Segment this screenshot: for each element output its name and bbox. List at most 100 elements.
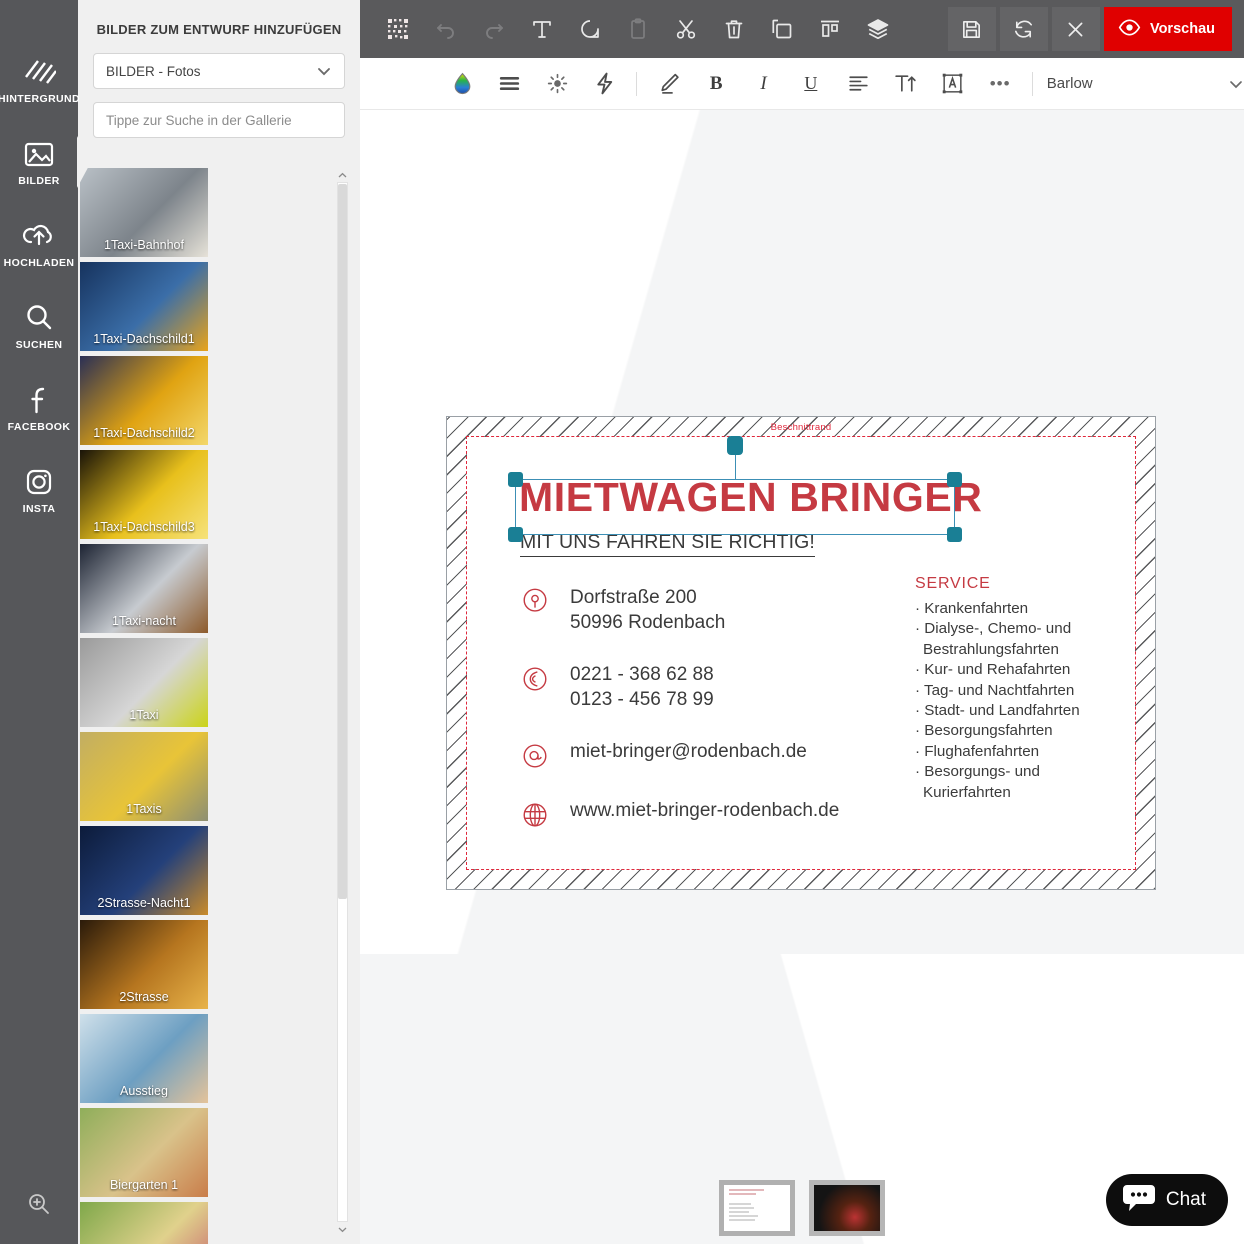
contact-row[interactable]: Dorfstraße 200 50996 Rodenbach (520, 585, 870, 635)
resize-handle-bottom-right[interactable] (947, 527, 962, 542)
sidebar-item-hochladen[interactable]: HOCHLADEN (0, 214, 78, 274)
effects-icon[interactable] (581, 64, 628, 104)
delete-icon[interactable] (710, 7, 758, 51)
text-transform-icon[interactable] (882, 64, 929, 104)
sidebar-item-bilder[interactable]: BILDER (0, 132, 78, 192)
gallery-thumbnail[interactable]: 1Taxis (80, 732, 208, 821)
page-thumbnail-2-preview (814, 1185, 880, 1231)
toolbar-divider (636, 71, 638, 96)
business-card-artboard[interactable]: Beschnittrand MIETWAGEN BRINGER MIT UNS … (446, 416, 1156, 890)
gallery-thumbnail[interactable]: 2Strasse-Nacht1 (80, 826, 208, 915)
gallery-thumbnail[interactable]: 1Taxi-Dachschild2 (80, 356, 208, 445)
scrollbar-thumb[interactable] (338, 184, 347, 899)
font-family-dropdown[interactable]: Barlow (1047, 75, 1244, 92)
gallery-thumbnail-label: 1Taxi-Dachschild2 (93, 426, 195, 440)
design-canvas[interactable]: Beschnittrand MIETWAGEN BRINGER MIT UNS … (360, 110, 1244, 1244)
resize-handle-top-right[interactable] (947, 472, 962, 487)
italic-icon[interactable]: I (740, 64, 787, 104)
scroll-up-icon[interactable] (336, 168, 349, 182)
save-icon[interactable] (947, 7, 996, 51)
service-item: · Kur- und Rehafahrten (915, 660, 1115, 680)
gallery-thumbnail-label: Ausstieg (120, 1084, 168, 1098)
gallery-thumbnail-label: 1Taxis (126, 802, 162, 816)
sidebar-label-insta: INSTA (22, 503, 56, 515)
gallery-thumbnail[interactable]: 1Taxi-Dachschild1 (80, 262, 208, 351)
gallery-search-input[interactable]: Tippe zur Suche in der Gallerie (93, 102, 345, 138)
align-icon[interactable] (806, 7, 854, 51)
qr-code-icon[interactable] (374, 7, 422, 51)
service-item: · Besorgungsfahrten (915, 721, 1115, 741)
font-family-value: Barlow (1046, 75, 1093, 92)
gallery-thumbnail-label: Biergarten 1 (109, 1178, 179, 1192)
service-item-label: · Flughafenfahrten (915, 742, 1040, 760)
underline-icon[interactable]: U (787, 64, 834, 104)
preview-button[interactable]: Vorschau (1103, 7, 1232, 51)
redo-icon[interactable] (470, 7, 518, 51)
text-frame-icon[interactable] (929, 64, 976, 104)
chat-bubble-icon (1122, 1183, 1156, 1218)
contact-line-1: miet-bringer@rodenbach.de (570, 741, 807, 762)
sidebar-item-insta[interactable]: INSTA (0, 460, 78, 520)
page-thumbnail-1[interactable] (719, 1180, 795, 1236)
close-icon[interactable] (1051, 7, 1100, 51)
left-rail: HINTERGRUND BILDER HOCHLADEN SUCHEN FACE… (0, 0, 80, 1244)
contact-row[interactable]: miet-bringer@rodenbach.de (520, 739, 870, 771)
service-item-continuation: Bestrahlungsfahrten (923, 640, 1059, 658)
sidebar-item-hintergrund[interactable]: HINTERGRUND (0, 50, 80, 110)
chat-widget-button[interactable]: Chat (1105, 1174, 1228, 1226)
gallery-search-placeholder: Tippe zur Suche in der Gallerie (106, 112, 292, 128)
layers-icon[interactable] (854, 7, 902, 51)
text-icon[interactable] (518, 7, 566, 51)
contact-row[interactable]: www.miet-bringer-rodenbach.de (520, 798, 870, 830)
gallery-thumbnail[interactable]: Biergarten 2 (80, 1202, 208, 1244)
gallery-thumbnail[interactable]: 1Taxi (80, 638, 208, 727)
text-toolbar: B I U ••• Barlow (360, 58, 1244, 110)
category-dropdown[interactable]: BILDER - Fotos (93, 53, 345, 89)
resize-handle-bottom-left[interactable] (508, 527, 523, 542)
pen-icon[interactable] (645, 64, 692, 104)
cut-icon[interactable] (662, 7, 710, 51)
gallery-thumbnail[interactable]: Ausstieg (80, 1014, 208, 1103)
reset-icon[interactable] (999, 7, 1048, 51)
service-list: · Krankenfahrten · Dialyse-, Chemo- und Be… (915, 599, 1115, 803)
duplicate-icon[interactable] (758, 7, 806, 51)
brightness-icon[interactable] (534, 64, 581, 104)
zoom-in-icon[interactable] (0, 1174, 78, 1234)
main-toolbar: Vorschau (360, 0, 1244, 58)
bold-icon[interactable]: B (693, 64, 740, 104)
contact-line-2: 50996 Rodenbach (570, 612, 726, 633)
more-options-icon[interactable]: ••• (976, 64, 1023, 104)
rotate-handle[interactable] (727, 436, 743, 455)
phone-icon (520, 664, 550, 694)
gallery-thumbnail[interactable]: Biergarten 1 (80, 1108, 208, 1197)
contact-line-2: 0123 - 456 78 99 (570, 689, 714, 710)
card-service-block: SERVICE · Krankenfahrten · Dialyse-, Chem… (915, 575, 1115, 803)
line-spacing-icon[interactable] (486, 64, 533, 104)
color-droplet-icon[interactable] (439, 64, 486, 104)
gallery-thumbnail[interactable]: 1Taxi-Dachschild3 (80, 450, 208, 539)
shape-icon[interactable] (566, 7, 614, 51)
chevron-down-icon (1228, 76, 1244, 92)
service-item: · Stadt- und Landfahrten (915, 701, 1115, 721)
eye-icon (1118, 16, 1141, 43)
gallery-thumbnail[interactable]: 1Taxi-nacht (80, 544, 208, 633)
paste-icon[interactable] (614, 7, 662, 51)
gallery-thumbnail[interactable]: 1Taxi-Bahnhof (80, 168, 208, 257)
gallery-scrollbar[interactable] (336, 168, 349, 1236)
gallery-thumbnail[interactable]: 2Strasse (80, 920, 208, 1009)
thumbnail-grid: 1Taxi-Bahnhof 1Taxi-Dachschild1 1Taxi-Dach… (78, 164, 336, 1244)
preview-button-label: Vorschau (1149, 21, 1215, 37)
category-dropdown-value: BILDER - Fotos (106, 63, 201, 79)
undo-icon[interactable] (422, 7, 470, 51)
contact-row[interactable]: 0221 - 368 62 88 0123 - 456 78 99 (520, 662, 870, 712)
page-thumbnail-2[interactable] (809, 1180, 885, 1236)
contact-text: www.miet-bringer-rodenbach.de (570, 798, 839, 823)
scroll-down-icon[interactable] (336, 1222, 349, 1236)
align-left-icon[interactable] (834, 64, 881, 104)
resize-handle-top-left[interactable] (508, 472, 523, 487)
sidebar-item-facebook[interactable]: FACEBOOK (0, 378, 78, 438)
sidebar-label-hochladen: HOCHLADEN (3, 257, 75, 269)
selection-bounding-box[interactable] (508, 436, 962, 542)
sidebar-item-suchen[interactable]: SUCHEN (0, 296, 78, 356)
image-gallery-panel: BILDER ZUM ENTWURF HINZUFÜGEN BILDER - F… (78, 0, 360, 1244)
